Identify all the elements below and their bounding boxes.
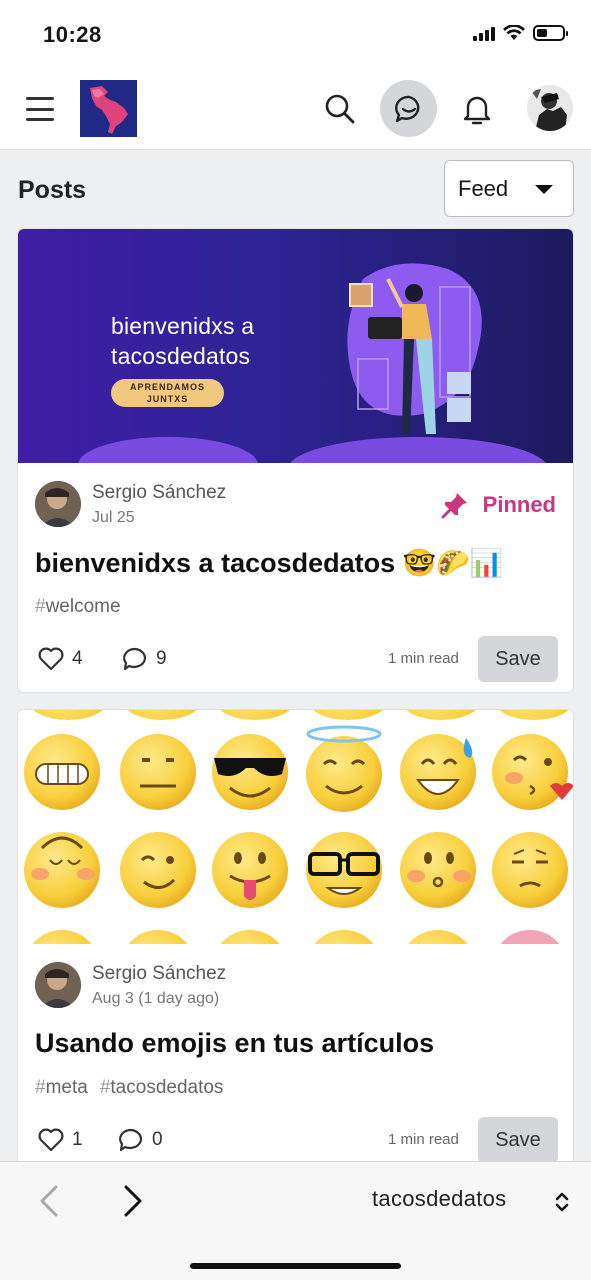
reactions-button[interactable]: 4 (38, 647, 83, 671)
chevron-left-icon (40, 1185, 58, 1217)
pinned-badge: Pinned (441, 491, 556, 519)
pinned-label: Pinned (482, 492, 556, 517)
forward-button[interactable] (120, 1184, 146, 1223)
battery-icon (533, 25, 568, 41)
back-button[interactable] (36, 1184, 62, 1223)
post-tags: #welcome (35, 596, 121, 618)
author-avatar-photo (35, 481, 81, 527)
heart-icon (38, 1128, 64, 1152)
caret-down-icon (535, 185, 553, 194)
author-avatar-photo (35, 962, 81, 1008)
latin-america-map-logo (80, 80, 137, 137)
save-button[interactable]: Save (478, 636, 558, 682)
home-indicator[interactable] (190, 1263, 401, 1269)
reactions-button[interactable]: 1 (38, 1128, 83, 1152)
tag-link[interactable]: #meta (35, 1077, 88, 1099)
feed-select-value: Feed (458, 175, 509, 201)
chat-bubble-icon (394, 95, 419, 122)
post-cover-image[interactable] (18, 710, 573, 944)
post-date: Jul 25 (92, 509, 135, 526)
read-time: 1 min read (388, 1131, 459, 1148)
cover-title: bienvenidxs a tacosdedatos (111, 311, 254, 371)
reactions-count: 1 (72, 1129, 83, 1150)
hamburger-icon[interactable] (26, 97, 54, 121)
status-time: 10:28 (43, 22, 102, 47)
post-card[interactable]: Sergio Sánchez Aug 3 (1 day ago) Usando … (17, 709, 574, 1179)
post-author[interactable]: Sergio Sánchez (92, 963, 226, 985)
pin-icon (441, 493, 467, 519)
reactions-count: 4 (72, 648, 83, 669)
post-title[interactable]: bienvenidxs a tacosdedatos 🤓🌮📊 (35, 547, 503, 579)
chevron-up-down-icon (555, 1192, 569, 1212)
author-avatar[interactable] (35, 962, 81, 1008)
browser-bottom-bar: tacosdedatos (0, 1161, 591, 1280)
comments-button[interactable]: 0 (118, 1128, 163, 1152)
search-icon (325, 94, 354, 123)
page-title: Posts (18, 176, 87, 204)
post-author[interactable]: Sergio Sánchez (92, 482, 226, 504)
cover-pill-line2: JUNTXS (146, 394, 189, 404)
heart-icon (38, 647, 64, 671)
comments-button[interactable]: 9 (122, 647, 167, 671)
emoji-grid-illustration (24, 725, 573, 944)
chat-button[interactable] (380, 80, 437, 137)
read-time: 1 min read (388, 650, 459, 667)
wifi-icon (503, 25, 525, 40)
cover-title-line1: bienvenidxs a (111, 313, 255, 339)
cover-pill: APRENDAMOS JUNTXS (111, 379, 224, 407)
top-header (0, 70, 591, 150)
author-avatar[interactable] (35, 481, 81, 527)
comments-count: 0 (152, 1129, 163, 1150)
site-logo[interactable] (80, 80, 137, 137)
comments-count: 9 (156, 648, 167, 669)
comment-icon (123, 647, 147, 671)
feed-select[interactable]: Feed (444, 160, 574, 217)
notifications-button[interactable] (448, 80, 505, 137)
post-cover-image[interactable]: bienvenidxs a tacosdedatos APRENDAMOS JU… (18, 229, 573, 463)
tag-link[interactable]: #welcome (35, 596, 121, 618)
cover-illustration (78, 263, 546, 463)
chevron-right-icon (124, 1185, 142, 1217)
save-button[interactable]: Save (478, 1117, 558, 1163)
avatar-photo (527, 85, 573, 131)
bell-icon (463, 96, 490, 124)
comment-icon (119, 1128, 143, 1152)
site-switcher[interactable] (554, 1190, 570, 1219)
search-button[interactable] (311, 80, 368, 137)
site-name[interactable]: tacosdedatos (372, 1186, 506, 1212)
post-title[interactable]: Usando emojis en tus artículos (35, 1028, 434, 1059)
post-date: Aug 3 (1 day ago) (92, 990, 220, 1007)
post-tags: #meta #tacosdedatos (35, 1077, 223, 1099)
signal-icon (473, 25, 495, 41)
cover-title-line2: tacosdedatos (111, 343, 251, 369)
user-avatar[interactable] (527, 85, 573, 131)
status-icons (473, 25, 568, 41)
post-card[interactable]: bienvenidxs a tacosdedatos APRENDAMOS JU… (17, 228, 574, 693)
status-bar: 10:28 (0, 0, 591, 70)
tag-link[interactable]: #tacosdedatos (100, 1077, 224, 1099)
cover-pill-line1: APRENDAMOS (129, 382, 205, 392)
